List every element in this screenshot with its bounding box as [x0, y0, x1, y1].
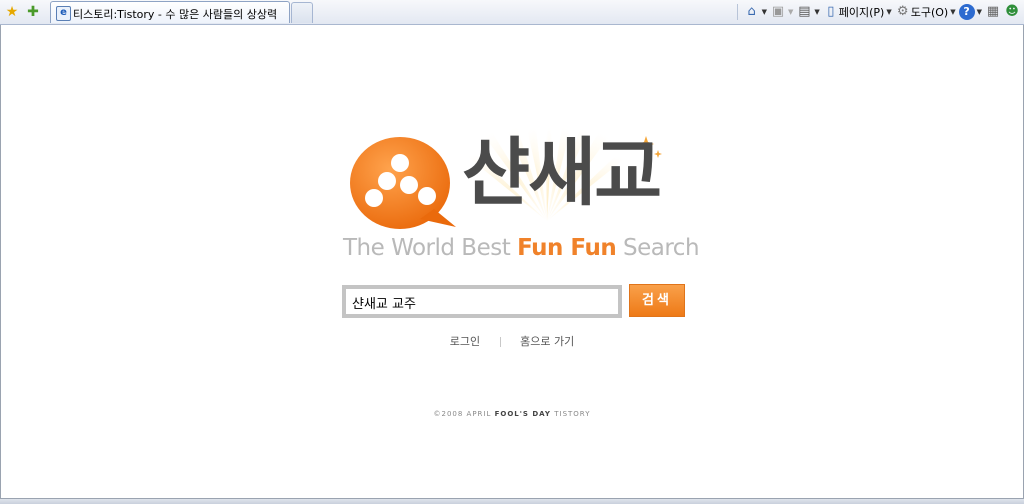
- chevron-down-icon[interactable]: ▼: [814, 8, 819, 16]
- slogan-suffix: Search: [616, 235, 700, 261]
- slogan-prefix: The World Best: [343, 235, 518, 261]
- chevron-down-icon[interactable]: ▼: [762, 8, 767, 16]
- window-bottom-edge: [0, 498, 1024, 504]
- logo-bubble-icon: [348, 135, 464, 239]
- footer-copyright: ©2008 APRIL FOOL'S DAY TISTORY: [0, 410, 1024, 418]
- search-input[interactable]: [352, 293, 612, 311]
- page-viewport: [0, 25, 1024, 501]
- chevron-down-icon[interactable]: ▼: [788, 8, 793, 16]
- login-link[interactable]: 로그인: [450, 333, 480, 349]
- search-button[interactable]: 검색: [629, 284, 685, 317]
- help-button[interactable]: ? ▼: [958, 2, 982, 22]
- chevron-down-icon[interactable]: ▼: [950, 8, 955, 16]
- page-menu-label: 페이지(P): [838, 6, 885, 19]
- feeds-button[interactable]: ▣ ▼: [770, 2, 794, 22]
- tools-menu-label: 도구(O): [910, 6, 949, 19]
- rss-icon: ▣: [771, 4, 785, 19]
- star-plus-icon[interactable]: ✚: [25, 4, 41, 20]
- slogan-highlight: Fun Fun: [517, 235, 617, 261]
- tab-title: 티스토리:Tistory - 수 많은 사람들의 상상력: [73, 8, 278, 21]
- help-icon: ?: [958, 4, 975, 20]
- chevron-down-icon[interactable]: ▼: [977, 8, 982, 16]
- new-tab-button[interactable]: [291, 2, 313, 23]
- printer-icon: ▤: [798, 4, 811, 19]
- home-icon: ⌂: [747, 4, 756, 19]
- star-icon[interactable]: ★: [4, 4, 20, 20]
- research-icon: ▦: [986, 4, 1000, 19]
- divider: [499, 337, 501, 347]
- home-button[interactable]: ⌂ ▼: [744, 2, 767, 22]
- page-icon: ▯: [827, 4, 835, 19]
- footer-bold: FOOL'S DAY: [494, 410, 551, 418]
- chevron-down-icon[interactable]: ▼: [886, 8, 891, 16]
- page-menu[interactable]: ▯ 페이지(P) ▼: [823, 2, 892, 22]
- brand-logo-text: 샨새교: [462, 130, 662, 216]
- browser-toolbar: ★ ✚ e 티스토리:Tistory - 수 많은 사람들의 상상력 ⌂ ▼ ▣ ▼…: [0, 0, 1024, 25]
- logo-slogan: The World Best Fun Fun Search: [343, 233, 700, 263]
- footer-prefix: ©2008 APRIL: [433, 410, 495, 418]
- research-button[interactable]: ▦: [985, 2, 1001, 22]
- messenger-button[interactable]: ☻: [1004, 2, 1020, 22]
- nav-links: 로그인 홈으로 가기: [0, 333, 1024, 349]
- footer-suffix: TISTORY: [551, 410, 591, 418]
- print-button[interactable]: ▤ ▼: [796, 2, 820, 22]
- browser-tab[interactable]: e 티스토리:Tistory - 수 많은 사람들의 상상력: [50, 1, 290, 23]
- messenger-icon: ☻: [1005, 4, 1019, 19]
- ie-icon: e: [56, 6, 71, 21]
- tools-menu[interactable]: ⚙ 도구(O) ▼: [895, 2, 956, 22]
- command-bar: ⌂ ▼ ▣ ▼ ▤ ▼ ▯ 페이지(P) ▼ ⚙ 도구(O) ▼ ? ▼ ▦ ☻: [734, 0, 1020, 24]
- separator: [736, 4, 738, 20]
- search-box: [342, 285, 622, 318]
- gear-icon: ⚙: [896, 4, 909, 19]
- home-link[interactable]: 홈으로 가기: [520, 333, 574, 349]
